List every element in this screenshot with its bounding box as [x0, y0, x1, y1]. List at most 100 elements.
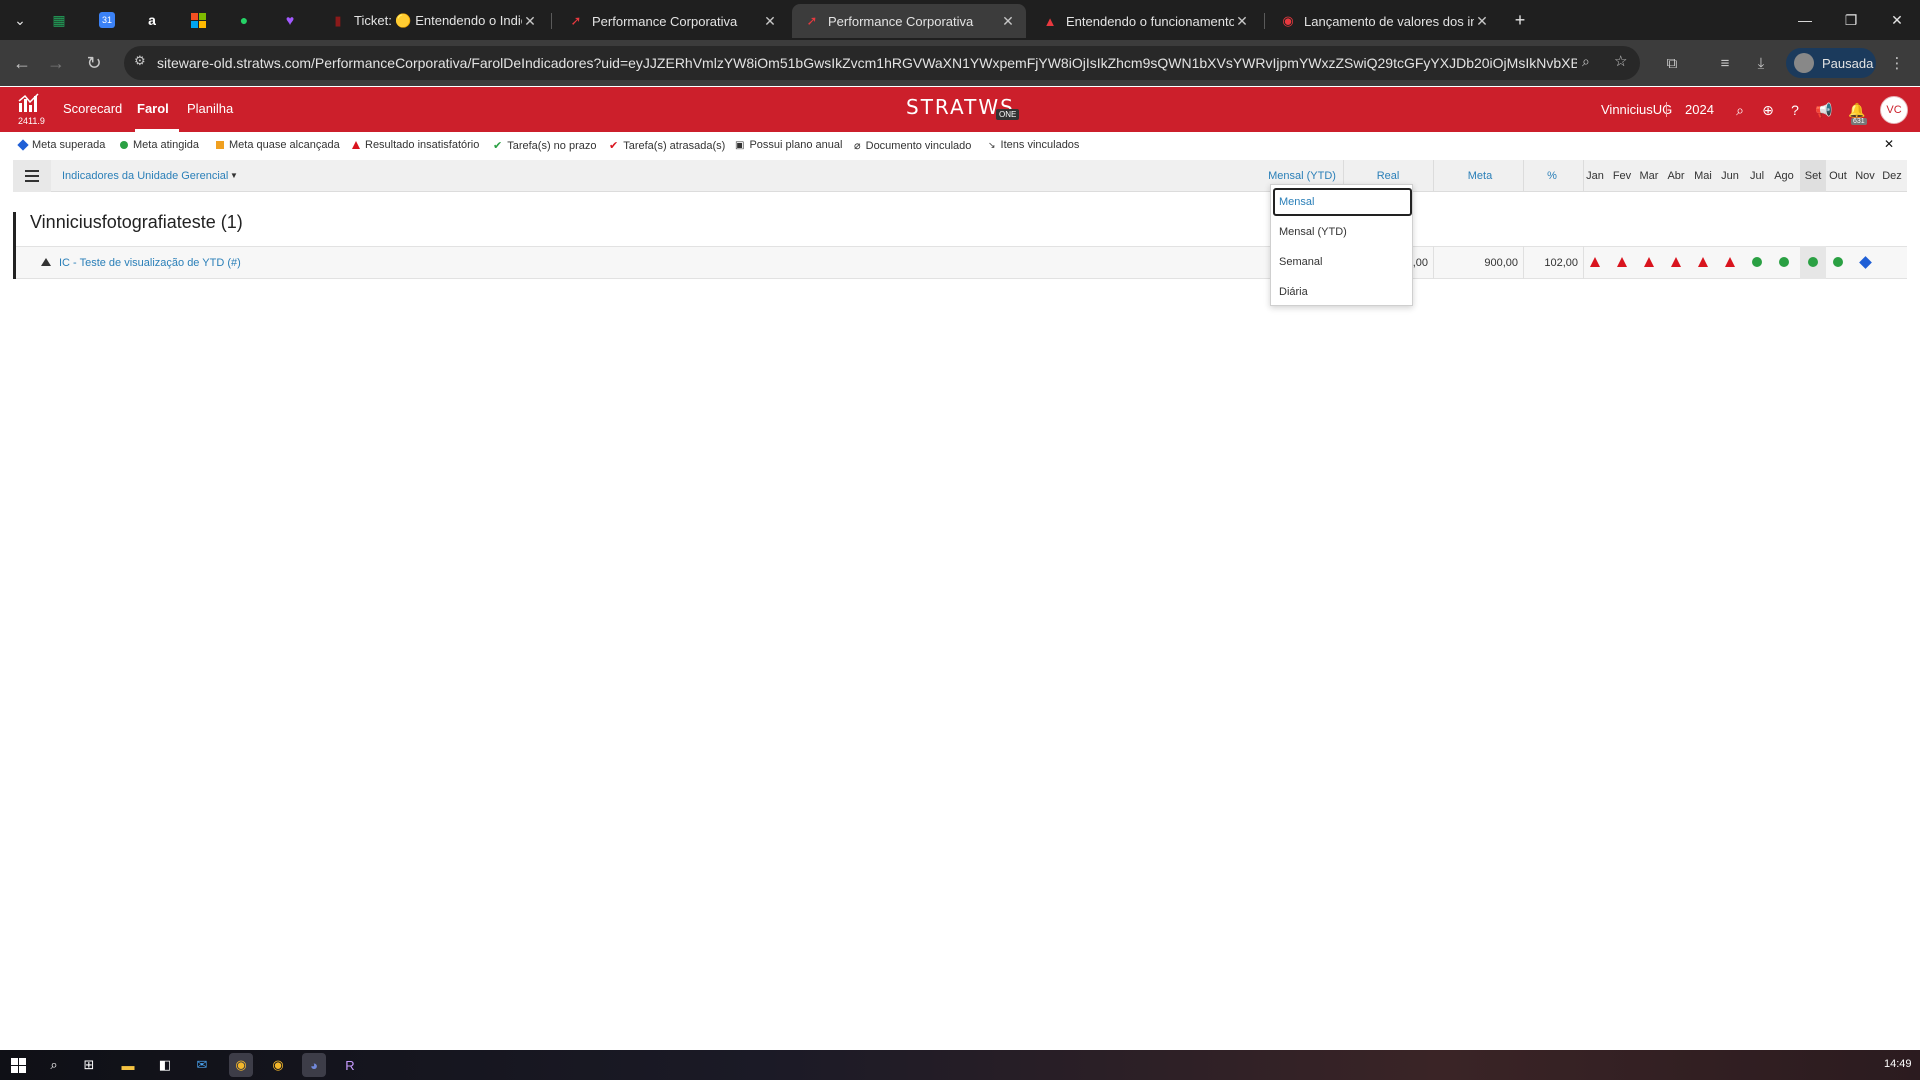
dropdown-option-mensal[interactable]: Mensal	[1279, 196, 1314, 208]
pinned-tab-whatsapp-icon[interactable]: ●	[232, 8, 256, 32]
site-info-icon[interactable]: ⚙	[134, 53, 146, 69]
month-header-fev[interactable]: Fev	[1611, 170, 1633, 182]
expand-toggle-icon[interactable]	[41, 258, 51, 266]
dropdown-option-mensal-ytd[interactable]: Mensal (YTD)	[1279, 226, 1347, 238]
menu-hamburger-icon[interactable]	[13, 160, 51, 192]
nav-farol[interactable]: Farol	[137, 101, 169, 116]
tab-close-icon[interactable]: ✕	[762, 13, 778, 30]
taskbar-clock[interactable]: 14:49	[1884, 1058, 1912, 1070]
tab-search-icon[interactable]: ⌄	[8, 8, 32, 32]
announcement-icon[interactable]: 📢	[1815, 101, 1833, 119]
month-header-dez[interactable]: Dez	[1881, 170, 1903, 182]
month-header-jun[interactable]: Jun	[1719, 170, 1741, 182]
new-tab-icon[interactable]: +	[1508, 8, 1532, 32]
legend-label: Tarefa(s) no prazo	[507, 139, 597, 152]
month-header-mai[interactable]: Mai	[1692, 170, 1714, 182]
forward-icon[interactable]: →	[42, 49, 70, 77]
legend-close-icon[interactable]: ✕	[1884, 137, 1894, 151]
dropdown-option-semanal[interactable]: Semanal	[1279, 256, 1322, 268]
restore-icon[interactable]: ❐	[1828, 0, 1874, 40]
units-filter-dropdown[interactable]: Indicadores da Unidade Gerencial	[62, 170, 228, 182]
status-ago-dot-green-icon[interactable]	[1778, 256, 1790, 268]
file-explorer-icon[interactable]: ▬	[116, 1053, 140, 1077]
back-icon[interactable]: ←	[8, 49, 36, 77]
caret-down-icon[interactable]: ▼	[230, 171, 238, 180]
tab-entendendo[interactable]: ▲ Entendendo o funcionamento d ✕	[1030, 4, 1260, 38]
status-nov-diamond-blue-icon[interactable]	[1858, 255, 1872, 269]
tab-title: Entendendo o funcionamento d	[1066, 13, 1234, 29]
tab-close-icon[interactable]: ✕	[1000, 13, 1016, 30]
year-selector[interactable]: 2024	[1685, 102, 1714, 117]
month-header-ago[interactable]: Ago	[1773, 170, 1795, 182]
zoom-icon[interactable]: ⌕	[1582, 53, 1590, 70]
legend-tarefa-prazo: ✔ Tarefa(s) no prazo	[493, 139, 597, 153]
mail-icon[interactable]: ✉	[190, 1053, 214, 1077]
download-icon[interactable]: ⤓	[1750, 52, 1772, 74]
pinned-tab-calendar-icon[interactable]: 31	[95, 8, 119, 32]
app-r-icon[interactable]: R	[338, 1053, 362, 1077]
bookmark-star-icon[interactable]: ☆	[1614, 52, 1627, 70]
month-header-abr[interactable]: Abr	[1665, 170, 1687, 182]
month-header-out[interactable]: Out	[1827, 170, 1849, 182]
column-header-meta[interactable]: Meta	[1460, 170, 1500, 182]
indicator-name[interactable]: IC - Teste de visualização de YTD (#)	[59, 257, 241, 269]
status-abr-triangle-red-icon[interactable]	[1670, 256, 1682, 268]
task-view-icon[interactable]: ⊞	[77, 1053, 101, 1077]
profile-button[interactable]: Pausada	[1786, 48, 1876, 78]
tab-close-icon[interactable]: ✕	[1474, 13, 1490, 30]
windows-start-icon[interactable]	[6, 1053, 30, 1077]
tab-performance-active[interactable]: ➚ Performance Corporativa ✕	[792, 4, 1026, 38]
month-header-jan[interactable]: Jan	[1584, 170, 1606, 182]
pinned-tab-heart-icon[interactable]: ♥	[278, 8, 302, 32]
pinned-tab-microsoft-icon[interactable]	[186, 8, 210, 32]
chrome-icon[interactable]: ◉	[229, 1053, 253, 1077]
minimize-icon[interactable]: —	[1782, 0, 1828, 40]
check-green-icon: ✔	[493, 140, 503, 152]
column-header-real[interactable]: Real	[1368, 170, 1408, 182]
tab-close-icon[interactable]: ✕	[1234, 13, 1250, 30]
user-name[interactable]: VinniciusUG	[1601, 102, 1672, 117]
extensions-icon[interactable]: ⧉	[1661, 52, 1683, 74]
browser-menu-icon[interactable]: ⋮	[1886, 52, 1908, 74]
stratws-logo-icon[interactable]	[18, 93, 40, 113]
status-jun-triangle-red-icon[interactable]	[1724, 256, 1736, 268]
address-bar[interactable]: ⚙ siteware-old.stratws.com/PerformanceCo…	[124, 46, 1640, 80]
status-jan-triangle-red-icon[interactable]	[1589, 256, 1601, 268]
discord-icon[interactable]: ◕	[302, 1053, 326, 1077]
dropdown-option-diaria[interactable]: Diária	[1279, 286, 1308, 298]
close-window-icon[interactable]: ✕	[1874, 0, 1920, 40]
nav-scorecard[interactable]: Scorecard	[63, 101, 122, 116]
status-set-dot-green-icon[interactable]	[1807, 256, 1819, 268]
tab-ticket[interactable]: ▮ Ticket: 🟡 Entendendo o Indica ✕	[318, 4, 548, 38]
taskbar-search-icon[interactable]: ⌕	[42, 1053, 66, 1077]
tab-performance-1[interactable]: ➚ Performance Corporativa ✕	[556, 4, 788, 38]
user-avatar[interactable]: VC	[1880, 96, 1908, 124]
help-icon[interactable]: ?	[1786, 101, 1804, 119]
month-header-set[interactable]: Set	[1802, 170, 1824, 182]
notification-bell-icon[interactable]: 🔔	[1848, 101, 1866, 119]
search-icon[interactable]: ⌕	[1731, 101, 1749, 119]
url-text[interactable]: siteware-old.stratws.com/PerformanceCorp…	[157, 55, 1577, 71]
reload-icon[interactable]: ↻	[80, 49, 108, 77]
column-header-pct[interactable]: %	[1542, 170, 1562, 182]
tab-lancamento[interactable]: ◉ Lançamento de valores dos ind ✕	[1268, 4, 1500, 38]
chrome-profile-icon[interactable]: ◉	[266, 1053, 290, 1077]
tab-close-icon[interactable]: ✕	[522, 13, 538, 30]
pinned-tab-sheets-icon[interactable]: ▦	[47, 8, 71, 32]
status-fev-triangle-red-icon[interactable]	[1616, 256, 1628, 268]
month-header-mar[interactable]: Mar	[1638, 170, 1660, 182]
nav-planilha[interactable]: Planilha	[187, 101, 233, 116]
column-divider	[1583, 246, 1584, 279]
store-icon[interactable]: ◧	[153, 1053, 177, 1077]
stratws-favicon-icon: ➚	[806, 13, 818, 28]
period-select[interactable]: Mensal (YTD)	[1268, 170, 1336, 182]
status-mai-triangle-red-icon[interactable]	[1697, 256, 1709, 268]
status-mar-triangle-red-icon[interactable]	[1643, 256, 1655, 268]
month-header-nov[interactable]: Nov	[1854, 170, 1876, 182]
month-header-jul[interactable]: Jul	[1746, 170, 1768, 182]
pinned-tab-amazon-icon[interactable]: a	[140, 8, 164, 32]
status-out-dot-green-icon[interactable]	[1832, 256, 1844, 268]
status-jul-dot-green-icon[interactable]	[1751, 256, 1763, 268]
media-control-icon[interactable]: ≡	[1714, 52, 1736, 74]
add-circle-icon[interactable]: ⊕	[1759, 101, 1777, 119]
